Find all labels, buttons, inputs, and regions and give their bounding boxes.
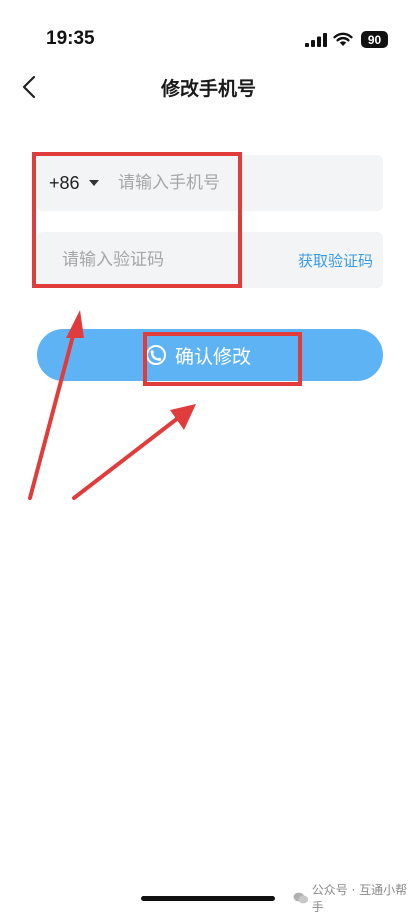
phone-row: +86 — [37, 155, 383, 211]
page-title: 修改手机号 — [160, 78, 256, 100]
watermark: 公众号 · 互通小帮手 — [293, 881, 417, 912]
home-indicator[interactable] — [141, 896, 275, 901]
confirm-button[interactable]: 确认修改 — [37, 329, 383, 381]
wechat-icon — [293, 892, 309, 904]
battery-icon: 90 — [361, 31, 388, 48]
confirm-button-label: 确认修改 — [174, 345, 251, 368]
annotation-arrow-button — [72, 404, 196, 500]
watermark-text: 公众号 · 互通小帮手 — [311, 883, 408, 912]
country-code-selector[interactable]: +86 — [49, 155, 99, 211]
caret-down-icon — [88, 180, 99, 186]
signal-icon — [305, 33, 327, 47]
headset-icon — [145, 345, 166, 365]
code-input[interactable] — [62, 232, 292, 288]
status-bar: 19:35 90 — [0, 0, 417, 70]
get-code-button[interactable]: 获取验证码 — [298, 232, 373, 288]
battery-level: 90 — [367, 32, 382, 47]
phone-input[interactable] — [118, 155, 368, 211]
country-code-label: +86 — [49, 172, 80, 193]
wifi-icon — [333, 32, 353, 46]
annotation-arrows — [28, 310, 196, 500]
code-row: 获取验证码 — [37, 232, 383, 288]
confirm-button-content: 确认修改 — [145, 342, 251, 369]
status-time: 19:35 — [46, 28, 95, 49]
